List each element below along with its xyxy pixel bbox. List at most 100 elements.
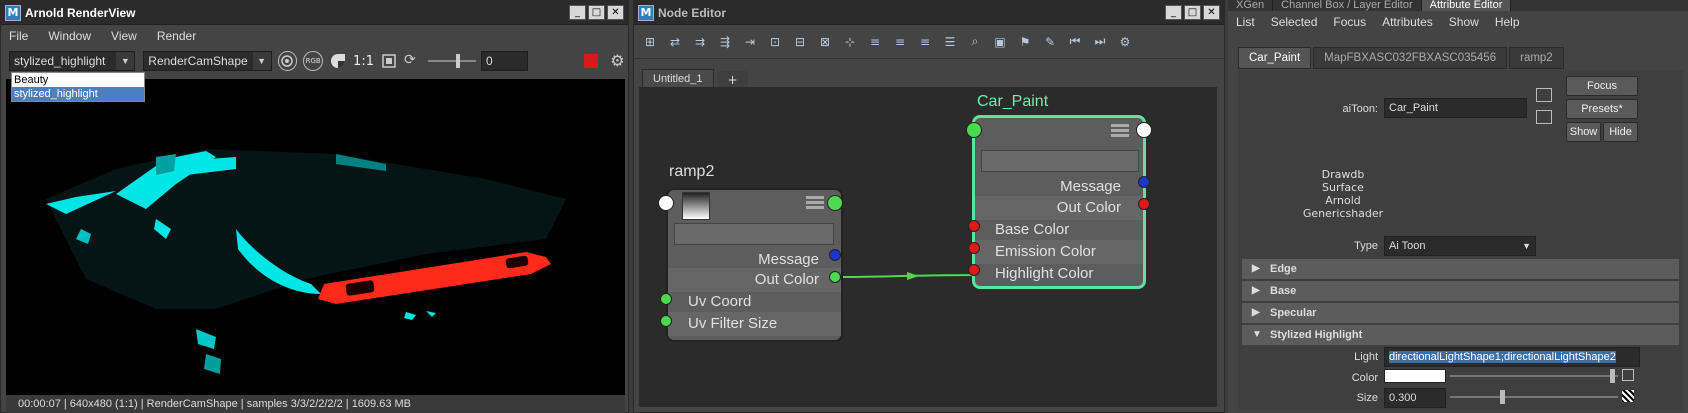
swatch-icon[interactable]: ▣ [990,32,1010,52]
all-attrs-icon[interactable]: ⊹ [840,32,860,52]
section-base[interactable]: ▶ Base [1242,281,1679,301]
menu-list[interactable]: List [1236,15,1255,29]
tab-untitled-1[interactable]: Untitled_1 [642,69,714,89]
car-paint-input-port[interactable] [966,122,982,138]
section-stylized-highlight[interactable]: ▼ Stylized Highlight [1242,325,1679,345]
focus-button[interactable]: Focus [1566,76,1638,96]
checker-icon[interactable] [1622,390,1634,402]
node-menu-icon[interactable] [806,196,824,210]
node-name-field[interactable]: Car_Paint [1384,98,1527,118]
node-tab-car-paint[interactable]: Car_Paint [1238,47,1312,69]
attr-base-color[interactable]: Base Color [975,218,1143,242]
more-icon[interactable]: ⚙ [1115,32,1135,52]
menu-view[interactable]: View [111,29,137,43]
aov-option-beauty[interactable]: Beauty [12,73,144,87]
minimize-button[interactable]: _ [1165,5,1182,20]
pin-icon[interactable]: ✎ [1040,32,1060,52]
color-swatch[interactable] [1384,369,1446,383]
size-slider-handle[interactable] [1500,390,1505,404]
exposure-slider[interactable] [427,51,476,71]
hide-button[interactable]: Hide [1603,122,1638,142]
output-connections-icon[interactable]: ⇶ [715,32,735,52]
menu-window[interactable]: Window [48,29,91,43]
clear-graph-icon[interactable]: ⇥ [740,32,760,52]
attr-highlight-color[interactable]: Highlight Color [975,262,1143,286]
attr-emission-color[interactable]: Emission Color [975,240,1143,264]
size-slider-track[interactable] [1450,396,1618,398]
connected-mode-icon[interactable]: ≡ [890,32,910,52]
maximize-button[interactable]: □ [588,5,605,20]
next-bookmark-icon[interactable]: ⏭ [1090,32,1110,52]
show-button[interactable]: Show [1566,122,1601,142]
map-button-icon[interactable] [1622,369,1634,381]
attr-out-color[interactable]: Out Color [668,268,841,292]
ramp2-output-port[interactable] [827,195,843,211]
input-connection-icon[interactable] [1536,88,1552,102]
node-tab-map[interactable]: MapFBXASC032FBXASC035456 [1313,47,1508,69]
tab-attribute-editor[interactable]: Attribute Editor [1421,0,1512,11]
car-paint-basecolor-port[interactable] [968,220,980,232]
ramp2-uvcoord-port[interactable] [660,293,672,305]
menu-show[interactable]: Show [1449,15,1479,29]
car-paint-emission-port[interactable] [968,242,980,254]
car-paint-message-port[interactable] [1138,176,1150,188]
layout-icon[interactable]: ⊡ [765,32,785,52]
output-connection-icon[interactable] [1536,110,1552,124]
camera-dropdown[interactable]: RenderCamShape ▼ [143,51,272,71]
menu-attributes[interactable]: Attributes [1382,15,1433,29]
ramp2-uvfilter-port[interactable] [660,315,672,327]
node-tab-ramp2[interactable]: ramp2 [1509,47,1564,69]
gear-icon[interactable]: ⚙ [610,52,628,70]
menu-file[interactable]: File [9,29,28,43]
car-paint-highlight-port[interactable] [968,264,980,276]
node-graph-canvas[interactable]: ramp2 Message Out Color Uv Coord Uv Filt… [639,87,1217,407]
section-edge[interactable]: ▶ Edge [1242,259,1679,279]
menu-focus[interactable]: Focus [1333,15,1366,29]
node-editor-titlebar[interactable]: M Node Editor _ □ ✕ [634,1,1224,25]
stop-render-icon[interactable] [584,54,599,68]
minimize-button[interactable]: _ [569,5,586,20]
menu-render[interactable]: Render [157,29,196,43]
simple-mode-icon[interactable]: ≡ [865,32,885,52]
ramp2-message-port[interactable] [829,249,841,261]
type-dropdown[interactable]: Ai Toon ▼ [1384,236,1536,256]
car-paint-output-port[interactable] [1136,122,1152,138]
ratio-label[interactable]: 1:1 [353,54,374,69]
hide-attrs-icon[interactable]: ⊟ [790,32,810,52]
close-button[interactable]: ✕ [1203,5,1220,20]
color-slider-track[interactable] [1450,375,1618,377]
ramp2-node[interactable]: Message Out Color Uv Coord Uv Filter Siz… [666,188,843,342]
car-paint-outcolor-port[interactable] [1138,198,1150,210]
color-correction-icon[interactable] [329,52,347,70]
frame-icon[interactable] [380,52,398,70]
add-selected-icon[interactable]: ⊞ [640,32,660,52]
node-menu-icon[interactable] [1111,124,1129,138]
aov-option-stylized-highlight[interactable]: stylized_highlight [12,87,144,101]
menu-help[interactable]: Help [1495,15,1520,29]
ramp2-outcolor-port[interactable] [829,271,841,283]
menu-selected[interactable]: Selected [1271,15,1318,29]
aov-dropdown[interactable]: stylized_highlight ▼ [9,51,136,71]
connected-attrs-icon[interactable]: ⊠ [815,32,835,52]
section-specular[interactable]: ▶ Specular [1242,303,1679,323]
prev-bookmark-icon[interactable]: ⏮ [1065,32,1085,52]
graph-connections-icon[interactable]: ⇄ [665,32,685,52]
ipr-refresh-icon[interactable]: ⟳ [404,52,422,70]
maximize-button[interactable]: □ [1184,5,1201,20]
presets-button[interactable]: Presets* [1566,99,1638,119]
ramp2-input-port[interactable] [658,195,674,211]
light-field[interactable]: directionalLightShape1;directionalLightS… [1384,347,1640,367]
size-field[interactable]: 0.300 [1384,388,1446,408]
exposure-input[interactable]: 0 [481,51,529,71]
attr-uv-filter-size[interactable]: Uv Filter Size [668,312,841,336]
close-button[interactable]: ✕ [607,5,624,20]
bookmark-icon[interactable]: ⚑ [1015,32,1035,52]
search-icon[interactable]: ⌕ [965,32,985,52]
renderview-titlebar[interactable]: M Arnold RenderView _ □ ✕ [1,1,628,25]
attr-uv-coord[interactable]: Uv Coord [668,290,841,314]
color-slider-handle[interactable] [1610,369,1615,383]
input-connections-icon[interactable]: ⇉ [690,32,710,52]
refresh-render-icon[interactable] [277,51,298,71]
custom-mode-icon[interactable]: ☰ [940,32,960,52]
tab-channel-box[interactable]: Channel Box / Layer Editor [1273,0,1422,11]
